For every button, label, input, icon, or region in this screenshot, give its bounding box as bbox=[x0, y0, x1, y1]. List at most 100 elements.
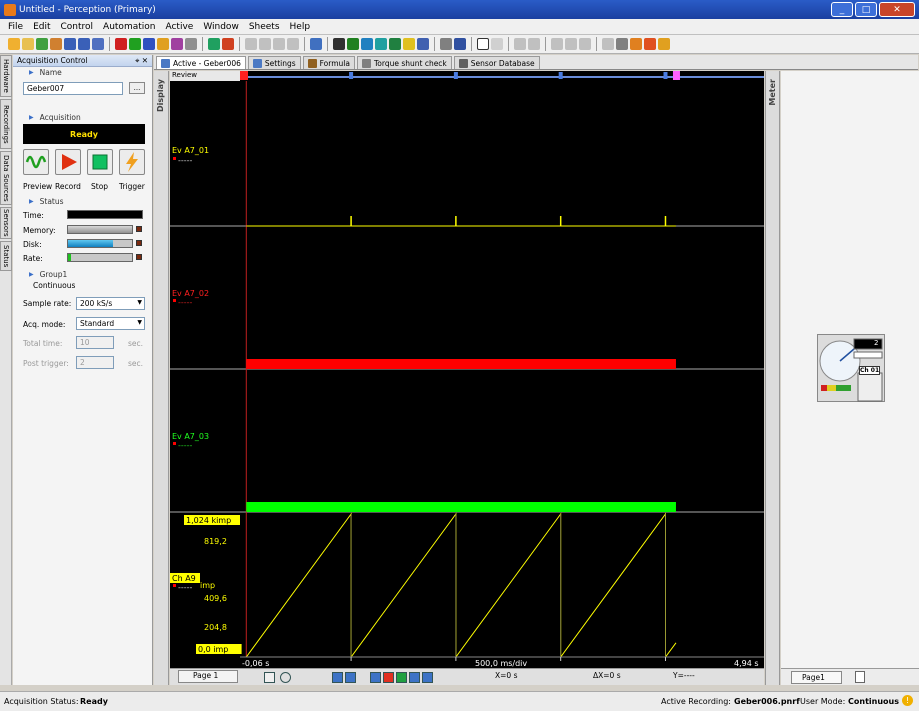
tab-hardware[interactable]: Hardware bbox=[0, 55, 12, 97]
tab-sensors[interactable]: Sensors bbox=[0, 207, 12, 239]
save-icon[interactable] bbox=[64, 38, 76, 50]
minimize-button[interactable]: _ bbox=[831, 2, 853, 17]
export-icon[interactable] bbox=[92, 38, 104, 50]
copy-icon[interactable] bbox=[259, 38, 271, 50]
zoom-fit-icon[interactable] bbox=[579, 38, 591, 50]
database-icon[interactable] bbox=[454, 38, 466, 50]
warning-icon[interactable]: ! bbox=[902, 695, 913, 706]
window-icon[interactable] bbox=[417, 38, 429, 50]
print-icon[interactable] bbox=[616, 38, 628, 50]
menu-window[interactable]: Window bbox=[203, 22, 239, 32]
trigger-button[interactable] bbox=[119, 149, 145, 175]
tab-settings[interactable]: Settings bbox=[247, 56, 301, 69]
plugin-icon[interactable] bbox=[658, 38, 670, 50]
next-icon[interactable] bbox=[409, 672, 420, 683]
tab-formula[interactable]: Formula bbox=[302, 56, 355, 69]
table-icon[interactable] bbox=[375, 38, 387, 50]
preview-button[interactable] bbox=[23, 149, 49, 175]
edit-icon[interactable] bbox=[245, 38, 257, 50]
browse-button[interactable]: ... bbox=[129, 82, 145, 94]
y-tick-409: 409,6 bbox=[204, 594, 227, 603]
sample-rate-select[interactable]: 200 kS/s ▼ bbox=[76, 297, 145, 310]
zoom-reset-icon[interactable] bbox=[345, 672, 356, 683]
memory-label: Memory: bbox=[23, 226, 56, 235]
cursor-select-icon[interactable] bbox=[477, 38, 489, 50]
tab-recordings[interactable]: Recordings bbox=[0, 99, 12, 149]
zoom-in-icon[interactable] bbox=[551, 38, 563, 50]
new-page-icon[interactable] bbox=[855, 671, 865, 683]
page-tab[interactable]: Page 1 bbox=[178, 670, 238, 683]
display-side-tab[interactable]: Display bbox=[154, 71, 169, 685]
cursor-mode-icon[interactable] bbox=[491, 38, 503, 50]
trigger-icon[interactable] bbox=[157, 38, 169, 50]
reset-icon[interactable] bbox=[222, 38, 234, 50]
paste-icon[interactable] bbox=[273, 38, 285, 50]
open-icon[interactable] bbox=[22, 38, 34, 50]
properties-icon[interactable] bbox=[287, 38, 299, 50]
binoculars-icon[interactable] bbox=[440, 38, 452, 50]
acq-mode-select[interactable]: Standard ▼ bbox=[76, 317, 145, 330]
tools-icon[interactable] bbox=[644, 38, 656, 50]
import-icon[interactable] bbox=[36, 38, 48, 50]
new-icon[interactable] bbox=[8, 38, 20, 50]
menu-automation[interactable]: Automation bbox=[103, 22, 155, 32]
menu-edit[interactable]: Edit bbox=[33, 22, 50, 32]
zoom-out-icon[interactable] bbox=[565, 38, 577, 50]
ch2-label: Ev A7_02 bbox=[172, 289, 209, 298]
zoom-icon[interactable] bbox=[332, 672, 343, 683]
record-button[interactable] bbox=[55, 149, 81, 175]
chart-icon[interactable] bbox=[347, 38, 359, 50]
menu-help[interactable]: Help bbox=[290, 22, 311, 32]
meter-icon[interactable] bbox=[389, 38, 401, 50]
meter-side-tab[interactable]: Meter bbox=[765, 71, 780, 685]
menu-control[interactable]: Control bbox=[61, 22, 94, 32]
first-icon[interactable] bbox=[370, 672, 381, 683]
zoom-out-icon[interactable] bbox=[280, 672, 291, 683]
menu-sheets[interactable]: Sheets bbox=[249, 22, 280, 32]
new-page-icon[interactable] bbox=[264, 672, 275, 683]
acquisition-section[interactable]: ▶ Acquisition bbox=[13, 112, 81, 123]
menu-file[interactable]: File bbox=[8, 22, 23, 32]
ch3-dash: ----- bbox=[178, 441, 193, 450]
tab-sensor-database[interactable]: Sensor Database bbox=[453, 56, 540, 69]
tab-data-sources[interactable]: Data Sources bbox=[0, 151, 12, 205]
post-trigger-input[interactable]: 2 bbox=[76, 356, 114, 369]
meter-page-tab[interactable]: Page1 bbox=[791, 671, 842, 684]
zoom-h-icon[interactable] bbox=[514, 38, 526, 50]
meter-widget[interactable]: 2 Ch 01 bbox=[817, 334, 885, 402]
group1-section[interactable]: ▶ Group1 bbox=[13, 269, 67, 280]
menu-active[interactable]: Active bbox=[165, 22, 193, 32]
stop-icon[interactable] bbox=[129, 38, 141, 50]
meter-value: 2 bbox=[874, 339, 879, 347]
report-icon[interactable] bbox=[630, 38, 642, 50]
save-as-icon[interactable] bbox=[78, 38, 90, 50]
zero-icon[interactable] bbox=[208, 38, 220, 50]
print-preview-icon[interactable] bbox=[602, 38, 614, 50]
maximize-button[interactable]: □ bbox=[855, 2, 877, 17]
prev-icon[interactable] bbox=[383, 672, 394, 683]
zoom-v-icon[interactable] bbox=[528, 38, 540, 50]
tab-torque-shunt-check[interactable]: Torque shunt check bbox=[356, 56, 452, 69]
ch3-color-marker bbox=[173, 442, 176, 445]
folder-icon[interactable] bbox=[50, 38, 62, 50]
name-input[interactable]: Geber007 bbox=[23, 82, 123, 95]
record-icon[interactable] bbox=[115, 38, 127, 50]
close-button[interactable]: ✕ bbox=[879, 2, 915, 17]
name-section[interactable]: ▶ Name bbox=[13, 67, 152, 78]
last-icon[interactable] bbox=[422, 672, 433, 683]
stop-nav-icon[interactable] bbox=[396, 672, 407, 683]
tab-active-geber006[interactable]: Active - Geber006 bbox=[156, 56, 246, 69]
tab-status[interactable]: Status bbox=[0, 241, 12, 271]
pause-icon[interactable] bbox=[143, 38, 155, 50]
status-section[interactable]: ▶ Status bbox=[13, 196, 64, 207]
microphone-icon[interactable] bbox=[185, 38, 197, 50]
layout-icon[interactable] bbox=[310, 38, 322, 50]
stop-button[interactable] bbox=[87, 149, 113, 175]
pin-close-icon[interactable]: ⌖ ✕ bbox=[135, 56, 148, 66]
waveform-display[interactable]: Ev A7_01 ----- Ev A7_02 ----- Ev A7_03 ----- 1… bbox=[170, 71, 764, 668]
grid-icon[interactable] bbox=[333, 38, 345, 50]
cursor-icon[interactable] bbox=[403, 38, 415, 50]
arm-icon[interactable] bbox=[171, 38, 183, 50]
sheet-icon[interactable] bbox=[361, 38, 373, 50]
total-time-input[interactable]: 10 bbox=[76, 336, 114, 349]
